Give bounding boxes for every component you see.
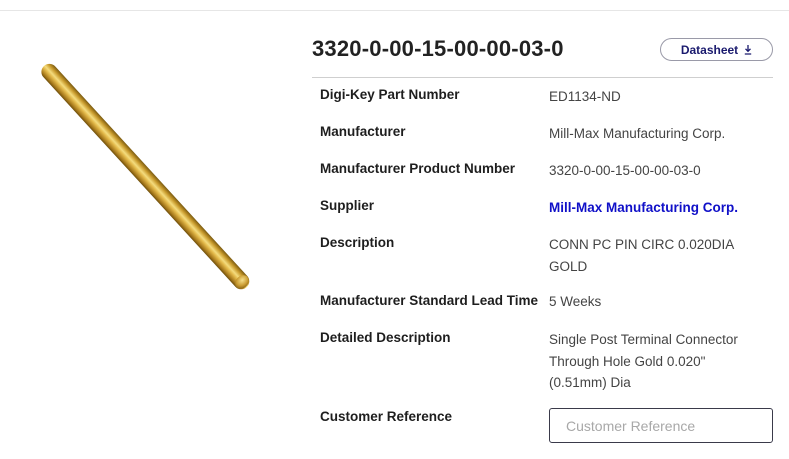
attr-value-manufacturer: Mill-Max Manufacturing Corp. — [549, 126, 726, 141]
gold-pin-image — [41, 63, 250, 290]
attr-value-manufacturer-product-number: 3320-0-00-15-00-00-03-0 — [549, 163, 701, 178]
top-divider — [0, 10, 789, 11]
attr-label-supplier: Supplier — [320, 198, 375, 213]
attr-value-digikey-part-number: ED1134-ND — [549, 89, 621, 104]
attr-value-detailed-description: Single Post Terminal Connector Through H… — [549, 332, 738, 390]
download-icon — [744, 44, 752, 55]
datasheet-button[interactable]: Datasheet — [660, 38, 773, 61]
attr-label-manufacturer-product-number: Manufacturer Product Number — [320, 161, 516, 176]
attr-label-detailed-description: Detailed Description — [320, 330, 451, 345]
header-divider — [312, 77, 773, 78]
attr-value-lead-time: 5 Weeks — [549, 294, 602, 309]
attr-label-description: Description — [320, 235, 395, 250]
attr-label-customer-reference: Customer Reference — [320, 409, 453, 424]
datasheet-button-label: Datasheet — [680, 42, 739, 57]
part-title: 3320-0-00-15-00-00-03-0 — [312, 36, 564, 61]
attr-label-digikey-part-number: Digi-Key Part Number — [320, 87, 460, 102]
attr-value-description: CONN PC PIN CIRC 0.020DIA GOLD — [549, 237, 734, 274]
supplier-link[interactable]: Mill-Max Manufacturing Corp. — [549, 197, 769, 219]
attr-label-manufacturer: Manufacturer — [320, 124, 406, 139]
attr-label-lead-time: Manufacturer Standard Lead Time — [320, 293, 539, 308]
customer-reference-input[interactable] — [549, 408, 773, 443]
product-image[interactable] — [22, 50, 272, 290]
